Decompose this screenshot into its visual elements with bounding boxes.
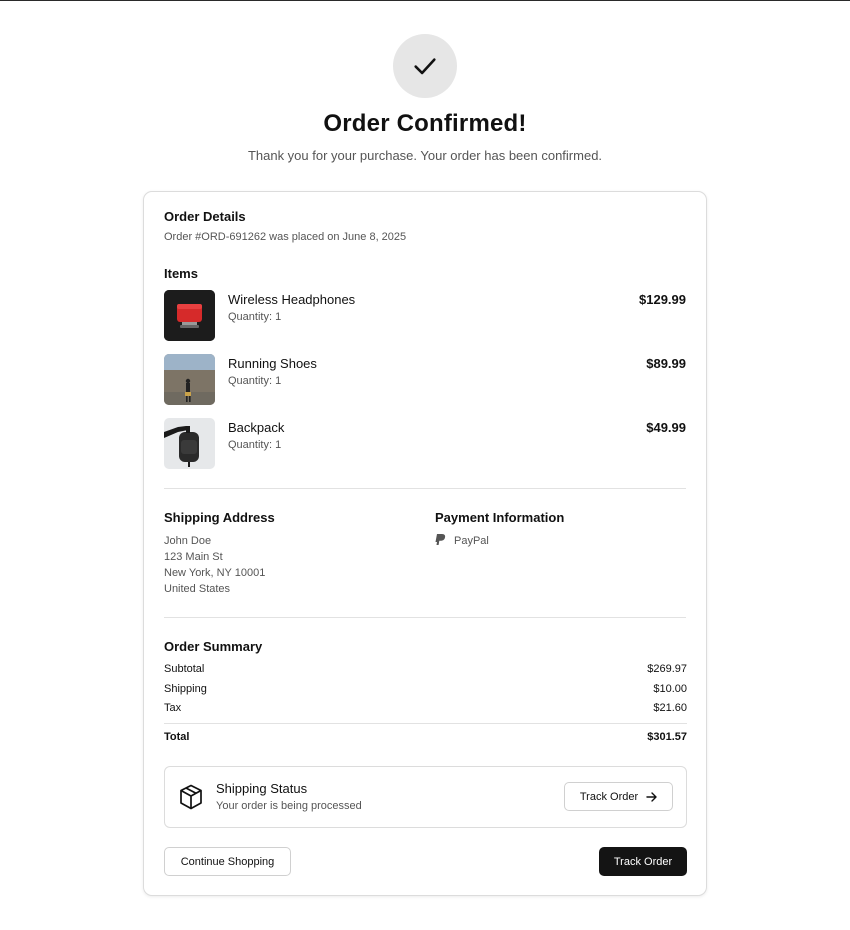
page-title: Order Confirmed! xyxy=(323,110,527,137)
order-summary-heading: Order Summary xyxy=(164,639,263,654)
summary-row-tax: Tax $21.60 xyxy=(164,702,687,714)
continue-shopping-label: Continue Shopping xyxy=(180,855,275,868)
item-image-running-shoes xyxy=(164,354,215,405)
item-quantity: Quantity: 1 xyxy=(228,439,282,451)
top-border xyxy=(0,0,850,1)
summary-value: $10.00 xyxy=(653,683,687,695)
divider xyxy=(164,617,686,618)
address-line: 123 Main St xyxy=(164,551,223,563)
track-order-label: Track Order xyxy=(613,855,673,868)
page-subtitle: Thank you for your purchase. Your order … xyxy=(247,148,603,163)
item-name: Wireless Headphones xyxy=(228,292,356,307)
item-price: $49.99 xyxy=(646,420,686,435)
item-price: $89.99 xyxy=(646,356,686,371)
shipping-address-heading: Shipping Address xyxy=(164,510,275,525)
package-icon xyxy=(180,784,202,810)
shipping-status-panel: Shipping Status Your order is being proc… xyxy=(164,766,687,828)
item-name: Backpack xyxy=(228,420,285,435)
continue-shopping-button[interactable]: Continue Shopping xyxy=(164,847,291,876)
summary-row-shipping: Shipping $10.00 xyxy=(164,683,687,695)
success-check-badge xyxy=(393,34,457,98)
shipping-status-heading: Shipping Status xyxy=(216,781,308,796)
item-image-backpack xyxy=(164,418,215,469)
payment-method: PayPal xyxy=(454,535,489,547)
order-card: Order Details Order #ORD-691262 was plac… xyxy=(143,191,707,896)
item-quantity: Quantity: 1 xyxy=(228,311,282,323)
checkmark-icon xyxy=(414,58,436,75)
summary-label: Subtotal xyxy=(164,663,205,675)
track-order-button[interactable]: Track Order xyxy=(599,847,687,876)
payment-info-heading: Payment Information xyxy=(435,510,565,525)
item-quantity: Quantity: 1 xyxy=(228,375,282,387)
arrow-right-icon xyxy=(646,791,657,802)
paypal-icon xyxy=(435,534,446,545)
summary-row-total: Total $301.57 xyxy=(164,731,687,743)
track-order-label: Track Order xyxy=(579,790,639,803)
address-line: New York, NY 10001 xyxy=(164,567,266,579)
summary-value: $269.97 xyxy=(647,663,687,675)
address-line: United States xyxy=(164,583,231,595)
total-label: Total xyxy=(164,731,190,743)
item-image-headphones xyxy=(164,290,215,341)
summary-label: Shipping xyxy=(164,683,207,695)
divider xyxy=(164,723,687,724)
summary-value: $21.60 xyxy=(653,702,687,714)
item-name: Running Shoes xyxy=(228,356,317,371)
order-details-heading: Order Details xyxy=(164,209,246,224)
items-heading: Items xyxy=(164,266,198,281)
summary-row-subtotal: Subtotal $269.97 xyxy=(164,663,687,675)
summary-label: Tax xyxy=(164,702,182,714)
shipping-status-text: Your order is being processed xyxy=(216,800,362,812)
item-price: $129.99 xyxy=(639,292,686,307)
total-value: $301.57 xyxy=(647,731,687,743)
order-placed-text: Order #ORD-691262 was placed on June 8, … xyxy=(164,231,407,243)
address-line: John Doe xyxy=(164,535,212,547)
track-order-inline-button[interactable]: Track Order xyxy=(564,782,673,811)
divider xyxy=(164,488,686,489)
